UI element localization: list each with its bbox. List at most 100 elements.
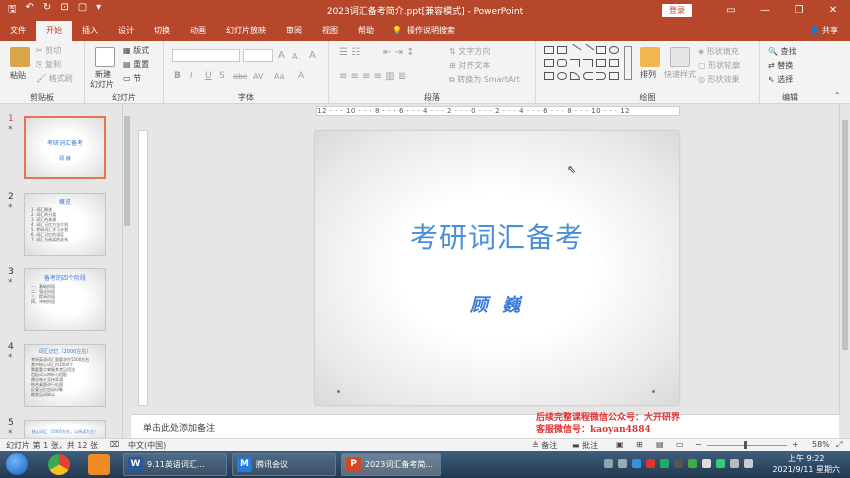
slide-canvas[interactable]: 考研词汇备考 顾 巍 ⇖ [315,131,679,405]
ribbon-display-icon[interactable]: ▭ [714,5,748,16]
fit-slide-icon[interactable]: ⤢ [836,440,842,450]
format-painter-button[interactable]: 🖌 格式刷 [36,73,73,84]
slide-thumbnail-1[interactable]: 考研词汇备考 顾 巍 [24,116,106,179]
arrow-down-shape-icon[interactable] [609,59,619,67]
increase-font-button[interactable]: A [278,50,285,61]
layout-button[interactable]: ▦ 版式 [123,45,149,56]
arrow-right-shape-icon[interactable] [596,59,606,67]
paste-icon[interactable] [10,47,30,67]
tab-home[interactable]: 开始 [36,21,72,41]
new-file-icon[interactable]: ▢ [78,2,87,19]
star-shape-icon[interactable] [544,72,554,80]
comments-toggle-button[interactable]: ▬ 批注 [572,440,598,451]
slide-scrollbar[interactable] [839,104,850,414]
app-icon[interactable] [88,454,110,475]
zoom-slider-thumb[interactable] [744,441,747,449]
arrange-icon[interactable] [640,47,660,67]
font-name-select[interactable] [172,49,240,62]
font-color-button[interactable]: A [298,71,304,81]
tray-nvidia-icon[interactable] [674,459,683,468]
square-shape-icon[interactable] [596,46,606,54]
language-indicator[interactable]: 中文(中国) [128,440,166,451]
reset-button[interactable]: ▤ 重置 [123,59,149,70]
indent-icon[interactable]: ⇤ ⇥ ↕ [383,47,415,58]
sign-in-button[interactable]: 登录 [662,4,692,17]
share-button[interactable]: 👤 共享 [809,21,838,41]
save-icon[interactable]: 🖫 [8,2,17,19]
tray-meeting-icon[interactable] [632,459,641,468]
slideshow-icon[interactable]: ▭ [676,440,684,449]
scrollbar-thumb[interactable] [842,120,848,350]
tray-arrow-icon[interactable] [618,459,627,468]
bold-button[interactable]: B [174,71,181,81]
slide-thumbnail-2[interactable]: 概览 1. 词汇概述 2. 词汇的分类 3. 词汇的来源 4. 词汇记忆方法介绍… [24,193,106,256]
zoom-level[interactable]: 58% [812,440,830,449]
tray-red-icon[interactable] [646,459,655,468]
line-shape-icon[interactable] [568,43,582,57]
windows-start-icon[interactable] [6,453,28,475]
customize-icon[interactable]: ▾ [96,2,101,19]
tab-design[interactable]: 设计 [108,21,144,41]
taskbar-clock[interactable]: 上午 9:22 2021/9/11 星期六 [772,453,840,475]
oval-shape-icon[interactable] [609,46,619,54]
notes-toggle-button[interactable]: ≜ 备注 [532,440,557,451]
slide-sorter-icon[interactable]: ⊞ [636,440,643,449]
paste-button[interactable]: 粘贴 [10,70,26,81]
bullets-icon[interactable]: ☰ ☷ [339,47,360,58]
redo-icon[interactable]: ↻ [43,2,51,19]
minimize-icon[interactable]: — [748,5,782,16]
scrollbar-thumb[interactable] [124,116,130,226]
brace-left-shape-icon[interactable] [583,72,593,80]
strikethrough-button[interactable]: abc [233,72,247,81]
tab-review[interactable]: 审阅 [276,21,312,41]
align-text-button[interactable]: ⊞ 对齐文本 [449,60,490,71]
shapes-gallery[interactable] [544,43,632,86]
tell-me-search[interactable]: 💡 操作说明搜索 [392,21,455,41]
zoom-slider[interactable] [707,445,787,446]
change-case-button[interactable]: Aa [274,72,284,81]
tab-help[interactable]: 帮助 [348,21,384,41]
italic-button[interactable]: I [190,71,193,81]
underline-button[interactable]: U [205,71,212,81]
tab-view[interactable]: 视图 [312,21,348,41]
star2-shape-icon[interactable] [609,72,619,80]
taskbar-app-powerpoint[interactable]: P 2023词汇备考简... [341,453,441,476]
present-icon[interactable]: ⊡ [60,2,68,19]
arc-shape-icon[interactable] [570,72,580,80]
quick-styles-button[interactable]: 快速样式 [664,69,696,80]
curve-shape-icon[interactable] [557,72,567,80]
tray-green-icon[interactable] [660,459,669,468]
smartart-button[interactable]: ⧉ 转换为 SmartArt [449,74,520,85]
undo-icon[interactable]: ↶ [26,2,34,19]
char-spacing-button[interactable]: AV [253,72,263,81]
triangle-shape-icon[interactable] [557,59,567,67]
textbox-shape-icon[interactable] [557,46,567,54]
zoom-out-icon[interactable]: − [695,440,702,449]
slide-author[interactable]: 顾 巍 [315,291,679,317]
rect-shape-icon[interactable] [544,46,554,54]
arrange-button[interactable]: 排列 [640,69,656,80]
rect2-shape-icon[interactable] [544,59,554,67]
font-size-select[interactable] [243,49,273,62]
thumbnails-scrollbar[interactable] [122,104,131,438]
chrome-icon[interactable] [48,454,70,475]
tray-keyboard-icon[interactable] [604,459,613,468]
align-icons[interactable]: ≡ ≡ ≡ ≡ ▥ ≣ [339,71,406,82]
notes-pane[interactable]: 单击此处添加备注 [131,414,839,438]
reading-view-icon[interactable]: ▤ [656,440,664,449]
quick-styles-icon[interactable] [670,47,690,67]
shapes-more-icon[interactable] [624,46,632,80]
tray-shield-icon[interactable] [716,459,725,468]
tab-insert[interactable]: 插入 [72,21,108,41]
shape-effects-button[interactable]: ◎ 形状效果 [698,74,740,85]
spellcheck-icon[interactable]: ⌧ [110,440,119,449]
cut-button[interactable]: ✂ 剪切 [36,45,61,56]
normal-view-icon[interactable]: ▣ [616,440,624,449]
shape-outline-button[interactable]: ▢ 形状轮廓 [698,60,740,71]
zoom-in-icon[interactable]: + [792,440,799,449]
tab-animations[interactable]: 动画 [180,21,216,41]
arrow-shape-icon[interactable] [581,43,595,57]
shape-fill-button[interactable]: ◈ 形状填充 [698,46,739,57]
elbow-shape-icon[interactable] [570,59,580,67]
text-direction-button[interactable]: ⇅ 文字方向 [449,46,490,57]
